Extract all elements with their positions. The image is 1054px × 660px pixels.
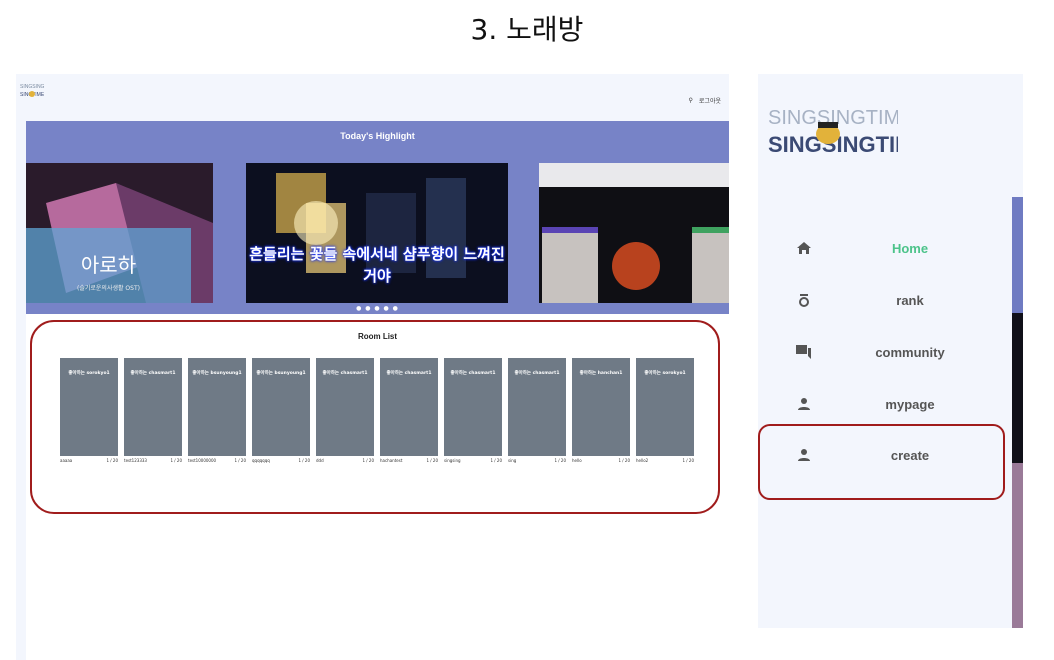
slide-title: 3. 노래방 bbox=[470, 13, 584, 46]
highlight-card[interactable] bbox=[539, 163, 729, 303]
carousel-dots[interactable]: ● ● ● ● ● bbox=[26, 305, 729, 312]
highlight-card-image bbox=[539, 163, 729, 303]
room-list-annotation-outline bbox=[30, 320, 720, 514]
background-strip bbox=[1012, 463, 1023, 628]
sidebar-item-label: Home bbox=[891, 240, 929, 256]
rank-icon bbox=[790, 290, 818, 310]
sidebar-item-home[interactable]: Home bbox=[790, 233, 980, 263]
search-icon[interactable]: ⚲ bbox=[689, 97, 693, 104]
highlight-carousel: Today's Highlight 아로하 (슬기로운의사생활 OST) 흔들리… bbox=[26, 121, 729, 314]
sidebar-item-rank[interactable]: rank bbox=[790, 285, 980, 315]
person-icon bbox=[790, 394, 818, 414]
highlight-card-subtitle: (슬기로운의사생활 OST) bbox=[77, 285, 140, 292]
create-annotation-outline bbox=[758, 424, 1005, 500]
highlight-card[interactable]: 흔들리는 꽃들 속에서네 샴푸향이 느껴진 거야 bbox=[246, 163, 508, 303]
sidebar-item-community[interactable]: community bbox=[790, 337, 980, 367]
home-icon bbox=[790, 238, 818, 258]
background-strip bbox=[1012, 313, 1023, 463]
logout-link[interactable]: 로그아웃 bbox=[699, 96, 721, 105]
sidebar-item-mypage[interactable]: mypage bbox=[790, 389, 980, 419]
highlight-card[interactable]: 아로하 (슬기로운의사생활 OST) bbox=[26, 163, 213, 303]
slide: 3. 노래방 SINGSING SINGTIME ⚲ 로그아웃 Today's … bbox=[0, 0, 1054, 660]
sidebar-item-label: community bbox=[875, 344, 945, 360]
singsingtime-logo[interactable]: SINGSING SINGTIME bbox=[18, 78, 46, 106]
mascot-icon bbox=[816, 122, 840, 144]
header-actions: ⚲ 로그아웃 bbox=[689, 96, 722, 105]
svg-text:SINGSING: SINGSING bbox=[20, 84, 45, 90]
chat-icon bbox=[790, 342, 818, 362]
sidebar-item-label: mypage bbox=[885, 396, 935, 412]
highlight-card-lyric: 흔들리는 꽃들 속에서네 샴푸향이 느껴진 거야 bbox=[249, 245, 505, 285]
highlight-card-title: 아로하 bbox=[80, 253, 137, 277]
sidebar-item-label: rank bbox=[896, 292, 924, 308]
highlight-card-image bbox=[26, 183, 213, 303]
singsingtime-logo[interactable]: SINGSINGTIME SINGSINGTIME bbox=[768, 100, 898, 160]
highlight-title: Today's Highlight bbox=[340, 131, 415, 141]
